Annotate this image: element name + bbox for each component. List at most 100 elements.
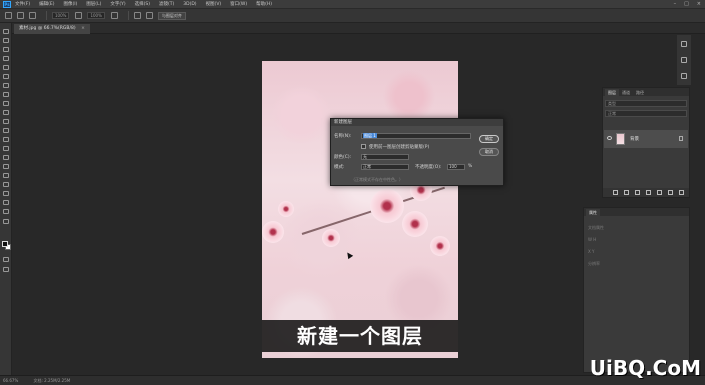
maximize-button[interactable]: □ bbox=[684, 1, 689, 7]
menu-help[interactable]: 帮助(H) bbox=[256, 1, 272, 7]
tab-channels[interactable]: 通道 bbox=[619, 89, 633, 96]
fx-icon[interactable] bbox=[624, 190, 629, 195]
properties-line: 文档属性 bbox=[588, 225, 604, 230]
layers-panel-footer bbox=[603, 188, 689, 197]
mode-select[interactable]: 正常 bbox=[361, 164, 409, 170]
link-icon[interactable] bbox=[613, 190, 618, 195]
tab-properties[interactable]: 属性 bbox=[586, 209, 600, 216]
options-bar: 100% 100% 与图层对齐 bbox=[0, 9, 705, 23]
marquee-tool-icon[interactable] bbox=[3, 38, 9, 43]
adjustments-icon[interactable] bbox=[681, 73, 687, 79]
adjustment-layer-icon[interactable] bbox=[646, 190, 651, 195]
menu-view[interactable]: 视图(V) bbox=[206, 1, 222, 7]
mode-value: 正常 bbox=[363, 164, 371, 169]
blossom bbox=[322, 229, 340, 247]
home-icon[interactable] bbox=[5, 12, 12, 19]
blossom bbox=[430, 236, 450, 256]
airbrush-icon[interactable] bbox=[110, 12, 118, 19]
quick-select-tool-icon[interactable] bbox=[3, 56, 9, 61]
shape-tool-icon[interactable] bbox=[3, 191, 9, 196]
gradient-tool-icon[interactable] bbox=[3, 137, 9, 142]
foreground-color-swatch[interactable] bbox=[2, 241, 8, 247]
lock-icon bbox=[679, 136, 683, 141]
menu-layer[interactable]: 图层(L) bbox=[86, 1, 101, 7]
video-subtitle: 新建一个图层 bbox=[262, 320, 458, 352]
brush-tool-icon[interactable] bbox=[3, 101, 9, 106]
brush-panel-icon[interactable] bbox=[29, 12, 36, 19]
menu-type[interactable]: 文字(Y) bbox=[110, 1, 125, 7]
type-tool-icon[interactable] bbox=[3, 173, 9, 178]
menu-image[interactable]: 图像(I) bbox=[63, 1, 77, 7]
opacity-unit: % bbox=[468, 164, 473, 169]
panel-icon-strip bbox=[677, 35, 691, 85]
layer-kind-filter[interactable]: 类型 bbox=[605, 100, 687, 107]
layers-panel-tabs: 图层 通道 路径 bbox=[603, 88, 689, 96]
blur-tool-icon[interactable] bbox=[3, 146, 9, 151]
eyedropper-tool-icon[interactable] bbox=[3, 83, 9, 88]
document-tabs: 素材.jpg @ 66.7%(RGB/8) × bbox=[12, 23, 705, 34]
zoom-tool-icon[interactable] bbox=[3, 209, 9, 214]
menu-edit[interactable]: 编辑(E) bbox=[39, 1, 54, 7]
layer-row[interactable]: 背景 bbox=[604, 130, 688, 148]
screen-mode-icon[interactable] bbox=[3, 267, 9, 272]
eraser-tool-icon[interactable] bbox=[3, 128, 9, 133]
menu-file[interactable]: 文件(F) bbox=[15, 1, 30, 7]
ok-button[interactable]: 确定 bbox=[479, 135, 499, 143]
more-tools-icon[interactable] bbox=[3, 219, 9, 224]
quick-mask-icon[interactable] bbox=[3, 257, 9, 262]
pressure-opacity-icon[interactable] bbox=[75, 12, 83, 19]
crop-tool-icon[interactable] bbox=[3, 65, 9, 70]
minimize-button[interactable]: – bbox=[674, 1, 677, 7]
blossom bbox=[370, 189, 404, 223]
menu-filter[interactable]: 滤镜(T) bbox=[159, 1, 174, 7]
dodge-tool-icon[interactable] bbox=[3, 155, 9, 160]
history-icon[interactable] bbox=[681, 41, 687, 47]
visibility-eye-icon[interactable] bbox=[607, 136, 612, 140]
blend-mode-select[interactable]: 正常 bbox=[605, 110, 687, 117]
align-layer-button[interactable]: 与图层对齐 bbox=[157, 11, 186, 20]
menu-3d[interactable]: 3D(D) bbox=[183, 2, 196, 7]
group-icon[interactable] bbox=[657, 190, 662, 195]
move-tool-icon[interactable] bbox=[3, 29, 9, 34]
color-select[interactable]: 无 bbox=[361, 154, 409, 160]
lasso-tool-icon[interactable] bbox=[3, 47, 9, 52]
properties-line: W H bbox=[588, 237, 597, 242]
document-tab[interactable]: 素材.jpg @ 66.7%(RGB/8) × bbox=[14, 24, 90, 34]
path-select-tool-icon[interactable] bbox=[3, 182, 9, 187]
tools-panel bbox=[0, 23, 12, 375]
flow-field[interactable]: 100% bbox=[87, 12, 105, 19]
site-watermark: UiBQ.CoM bbox=[589, 356, 701, 380]
stamp-tool-icon[interactable] bbox=[3, 110, 9, 115]
dialog-title: 新建图层 bbox=[331, 119, 503, 126]
canvas-image[interactable] bbox=[262, 61, 458, 358]
tab-paths[interactable]: 路径 bbox=[633, 89, 647, 96]
menu-select[interactable]: 选择(S) bbox=[135, 1, 150, 7]
zoom-level[interactable]: 66.67% bbox=[3, 378, 18, 383]
color-label: 颜色(C): bbox=[334, 155, 352, 160]
properties-icon[interactable] bbox=[681, 57, 687, 63]
cancel-button[interactable]: 取消 bbox=[479, 148, 499, 156]
new-layer-icon[interactable] bbox=[668, 190, 673, 195]
trash-icon[interactable] bbox=[679, 190, 684, 195]
history-brush-tool-icon[interactable] bbox=[3, 119, 9, 124]
layer-name-input[interactable]: 图层 1 bbox=[361, 133, 471, 139]
frame-tool-icon[interactable] bbox=[3, 74, 9, 79]
mask-icon[interactable] bbox=[635, 190, 640, 195]
close-window-button[interactable]: × bbox=[697, 1, 701, 7]
brush-preset-icon[interactable] bbox=[17, 12, 24, 19]
pen-tool-icon[interactable] bbox=[3, 164, 9, 169]
angle-icon[interactable] bbox=[133, 12, 141, 19]
menu-window[interactable]: 窗口(W) bbox=[230, 1, 247, 7]
hand-tool-icon[interactable] bbox=[3, 200, 9, 205]
color-value: 无 bbox=[363, 154, 367, 159]
healing-tool-icon[interactable] bbox=[3, 92, 9, 97]
settings-icon[interactable] bbox=[145, 12, 153, 19]
close-tab-icon[interactable]: × bbox=[81, 26, 85, 31]
opacity-field[interactable]: 100% bbox=[52, 12, 70, 19]
opacity-input[interactable]: 100 bbox=[447, 164, 465, 170]
mode-label: 模式: bbox=[334, 165, 345, 170]
name-label: 名称(N): bbox=[334, 134, 352, 139]
tab-layers[interactable]: 图层 bbox=[605, 89, 619, 96]
new-layer-dialog: 新建图层 名称(N): 图层 1 使用前一图层创建剪贴蒙版(P) 颜色(C): … bbox=[330, 118, 504, 186]
clip-mask-checkbox[interactable] bbox=[361, 144, 366, 149]
